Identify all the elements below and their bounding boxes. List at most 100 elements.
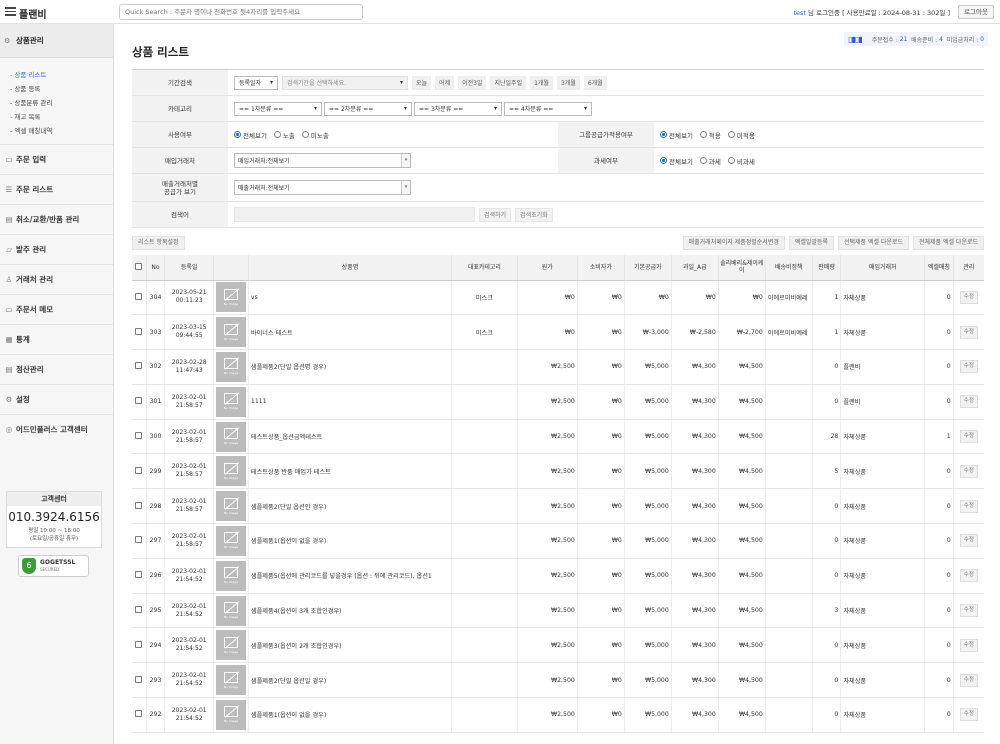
no-image-thumbnail[interactable]: No Image <box>216 560 247 591</box>
category-select-4[interactable]: == 4차분류 == ▾ <box>504 101 592 116</box>
sidebar-item-purchase-order[interactable]: ▱ 발주 관리 <box>0 234 113 264</box>
col-name[interactable]: 상품명 <box>247 255 452 281</box>
sidebar-item-settings[interactable]: ⚙ 설정 <box>0 384 113 414</box>
col-vendor[interactable]: 매입거래처 <box>840 255 925 281</box>
sort-order-button[interactable]: 매출거래처페이지 제품정렬순서변경 <box>682 236 785 250</box>
brand-logo[interactable]: 플랜비 <box>19 6 47 21</box>
cell-image[interactable]: No Image <box>213 662 249 699</box>
table-row[interactable]: 304 2023-05-21 00:11:23 No Image vs 미스크 ₩0 ₩0 ₩0… <box>132 280 984 316</box>
no-image-thumbnail[interactable]: No Image <box>216 491 247 522</box>
sidebar-item-support[interactable]: ◎ 어드민플러스 고객센터 <box>0 414 113 444</box>
use-radio-hide[interactable]: 미노출 <box>301 130 329 140</box>
cell-image[interactable]: No Image <box>213 453 249 490</box>
cell-image[interactable]: No Image <box>213 523 249 559</box>
no-image-thumbnail[interactable]: No Image <box>216 630 247 661</box>
group-radio-none[interactable]: 미적용 <box>727 130 755 140</box>
order-count[interactable]: 21 <box>900 36 908 43</box>
no-image-thumbnail[interactable]: No Image <box>216 525 247 556</box>
table-row[interactable]: 297 2023-02-01 21:58:57 No Image 샘플제품1(옵션이 없… <box>132 523 984 559</box>
col-grade-a[interactable]: 과일_A급 <box>670 255 719 281</box>
edit-button[interactable]: 수정 <box>959 673 978 687</box>
tax-radio-taxable[interactable]: 과세 <box>699 156 721 166</box>
edit-button[interactable]: 수정 <box>959 395 978 409</box>
period-btn-6month[interactable]: 6개월 <box>583 75 607 90</box>
select-all-checkbox[interactable] <box>132 255 147 281</box>
cell-name[interactable]: 바이너스 테스트 <box>247 314 452 351</box>
table-row[interactable]: 294 2023-02-01 21:54:52 No Image 샘플제품3(옵션이 2… <box>132 627 984 664</box>
cell-name[interactable]: 샘플제품4(옵션이 3개 조합인경우) <box>247 593 452 629</box>
group-radio-all[interactable]: 전체보기 <box>660 130 693 140</box>
table-row[interactable]: 298 2023-02-01 21:58:57 No Image 샘플제품2(단일 옵션… <box>132 488 984 525</box>
col-consumer[interactable]: 소비자가 <box>576 255 625 281</box>
period-btn-1month[interactable]: 1개월 <box>530 75 553 90</box>
cell-image[interactable]: No Image <box>213 627 249 664</box>
cell-image[interactable]: No Image <box>213 349 249 385</box>
sidebar-sub-product-register[interactable]: - 상품 등록 <box>10 82 113 96</box>
unmatched-count[interactable]: 0 <box>980 36 984 43</box>
cell-image[interactable]: No Image <box>213 419 249 455</box>
menu-icon[interactable] <box>3 5 18 18</box>
row-checkbox[interactable] <box>132 558 147 594</box>
edit-button[interactable]: 수정 <box>959 360 978 374</box>
period-btn-3month[interactable]: 3개월 <box>556 75 580 90</box>
edit-button[interactable]: 수정 <box>959 638 978 652</box>
row-checkbox[interactable] <box>132 280 147 316</box>
col-category[interactable]: 대표카테고리 <box>451 255 518 281</box>
column-settings-button[interactable]: 리스트 항목설정 <box>132 236 185 250</box>
no-image-thumbnail[interactable]: No Image <box>216 351 247 382</box>
cell-image[interactable]: No Image <box>213 558 249 594</box>
cell-name[interactable]: 샘플제품3(옵션이 2개 조합인경우) <box>247 627 452 664</box>
edit-button[interactable]: 수정 <box>959 464 978 478</box>
sidebar-item-order-memo[interactable]: ▭ 주문서 메모 <box>0 294 113 324</box>
sidebar-item-return-manage[interactable]: ▤ 취소/교환/반품 관리 <box>0 204 113 234</box>
col-sold[interactable]: 판매량 <box>811 255 841 281</box>
row-checkbox[interactable] <box>132 593 147 629</box>
table-row[interactable]: 303 2023-03-15 09:44:55 No Image 바이너스 테스트 미스크… <box>132 314 984 351</box>
edit-button[interactable]: 수정 <box>959 430 978 444</box>
excel-download-selected-button[interactable]: 선택제품 엑셀 다운로드 <box>837 236 909 250</box>
cell-name[interactable]: 1111 <box>247 384 452 420</box>
no-image-thumbnail[interactable]: No Image <box>216 699 247 730</box>
purchase-vendor-select[interactable]: 매입거래처:전체보기 ▾ <box>234 153 411 168</box>
row-checkbox[interactable] <box>132 627 147 664</box>
cell-image[interactable]: No Image <box>213 280 249 316</box>
tax-radio-all[interactable]: 전체보기 <box>660 156 693 166</box>
edit-button[interactable]: 수정 <box>959 290 978 304</box>
col-supply[interactable]: 기본공급가 <box>623 255 672 281</box>
cell-name[interactable]: vs <box>247 280 452 316</box>
period-btn-3days[interactable]: 이전3일 <box>458 75 487 90</box>
row-checkbox[interactable] <box>132 419 147 455</box>
sidebar-item-settlement[interactable]: ▤ 정산관리 <box>0 354 113 384</box>
shipping-count[interactable]: 4 <box>939 36 943 43</box>
sidebar-sub-stock-list[interactable]: - 재고 목록 <box>10 110 113 124</box>
sidebar-item-vendor[interactable]: ♙ 거래처 관리 <box>0 264 113 294</box>
logout-button[interactable]: 로그아웃 <box>958 5 994 19</box>
sales-vendor-select[interactable]: 매출거래처:전체보기 ▾ <box>234 180 411 195</box>
table-row[interactable]: 295 2023-02-01 21:54:52 No Image 샘플제품4(옵션이 3… <box>132 593 984 629</box>
table-row[interactable]: 302 2023-02-28 11:47:43 No Image 샘플제품2(단일 옵션… <box>132 349 984 385</box>
category-select-2[interactable]: == 2차분류 == ▾ <box>324 101 412 116</box>
category-select-3[interactable]: == 3차분류 == ▾ <box>414 101 502 116</box>
search-button[interactable]: 검색하기 <box>479 207 512 222</box>
period-btn-yesterday[interactable]: 어제 <box>435 75 455 90</box>
period-btn-today[interactable]: 오늘 <box>412 75 432 90</box>
no-image-thumbnail[interactable]: No Image <box>216 386 247 417</box>
quick-search-input[interactable] <box>119 4 363 20</box>
cell-name[interactable]: 테스트상품 반품 매입가 테스트 <box>247 453 452 490</box>
tax-radio-exempt[interactable]: 비과세 <box>727 156 755 166</box>
cell-image[interactable]: No Image <box>213 488 249 525</box>
sidebar-item-stats[interactable]: ▦ 통계 <box>0 324 113 354</box>
cell-image[interactable]: No Image <box>213 314 249 351</box>
keyword-input[interactable] <box>234 207 475 222</box>
row-checkbox[interactable] <box>132 384 147 420</box>
cell-name[interactable]: 테스트상품_옵션금액테스트 <box>247 419 452 455</box>
table-row[interactable]: 300 2023-02-01 21:58:57 No Image 테스트상품_옵션금액테… <box>132 419 984 455</box>
excel-bulk-register-button[interactable]: 엑셀일괄등록 <box>788 236 834 250</box>
table-row[interactable]: 293 2023-02-01 21:54:52 No Image 샘플제품2(단일 옵션… <box>132 662 984 699</box>
category-select-1[interactable]: == 1차분류 == ▾ <box>234 101 322 116</box>
edit-button[interactable]: 수정 <box>959 499 978 513</box>
no-image-thumbnail[interactable]: No Image <box>216 595 247 626</box>
no-image-thumbnail[interactable]: No Image <box>216 421 247 452</box>
row-checkbox[interactable] <box>132 662 147 699</box>
row-checkbox[interactable] <box>132 523 147 559</box>
